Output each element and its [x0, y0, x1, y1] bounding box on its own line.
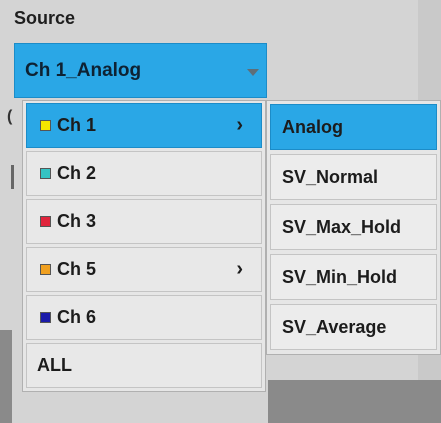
source-dropdown-value: Ch 1_Analog — [25, 59, 142, 81]
submenu-item-label: SV_Min_Hold — [282, 266, 398, 287]
chevron-right-icon: › — [236, 258, 243, 280]
channel-color-swatch — [40, 312, 51, 323]
menu-item-label: Ch 1 — [57, 115, 97, 135]
menu-item-ch3[interactable]: Ch 3 — [26, 199, 262, 244]
submenu-item-label: SV_Average — [282, 316, 387, 337]
submenu-item-label: SV_Normal — [282, 166, 379, 187]
submenu-item-sv-min-hold[interactable]: SV_Min_Hold — [270, 254, 437, 300]
submenu-item-label: Analog — [282, 116, 343, 137]
panel-shadow — [268, 380, 441, 423]
chevron-right-icon: › — [236, 114, 243, 136]
channel-color-swatch — [40, 216, 51, 227]
menu-item-ch2[interactable]: Ch 2 — [26, 151, 262, 196]
source-label: Source — [14, 8, 76, 28]
menu-item-label: Ch 2 — [57, 163, 97, 183]
menu-item-ch5[interactable]: Ch 5 › — [26, 247, 262, 292]
menu-item-all[interactable]: ALL — [26, 343, 262, 388]
menu-item-label: Ch 3 — [57, 211, 97, 231]
source-dropdown[interactable]: Ch 1_Analog — [14, 43, 267, 98]
obscured-control-edge — [11, 165, 14, 189]
channel-color-swatch — [40, 120, 51, 131]
channel-menu: Ch 1 › Ch 2 Ch 3 Ch 5 › Ch 6 ALL — [22, 100, 266, 392]
submenu-item-sv-normal[interactable]: SV_Normal — [270, 154, 437, 200]
submenu-item-sv-max-hold[interactable]: SV_Max_Hold — [270, 204, 437, 250]
submenu-item-label: SV_Max_Hold — [282, 216, 402, 237]
submenu-item-analog[interactable]: Analog — [270, 104, 437, 150]
source-type-submenu: Analog SV_Normal SV_Max_Hold SV_Min_Hold… — [266, 100, 441, 355]
channel-color-swatch — [40, 264, 51, 275]
menu-item-label: ALL — [37, 355, 72, 375]
menu-item-ch6[interactable]: Ch 6 — [26, 295, 262, 340]
menu-item-label: Ch 6 — [57, 307, 97, 327]
obscured-label-fragment: ( — [7, 108, 13, 125]
menu-item-ch1[interactable]: Ch 1 › — [26, 103, 262, 148]
submenu-item-sv-average[interactable]: SV_Average — [270, 304, 437, 350]
chevron-down-icon — [247, 69, 259, 76]
menu-item-label: Ch 5 — [57, 259, 97, 279]
channel-color-swatch — [40, 168, 51, 179]
panel-shadow — [0, 330, 12, 423]
